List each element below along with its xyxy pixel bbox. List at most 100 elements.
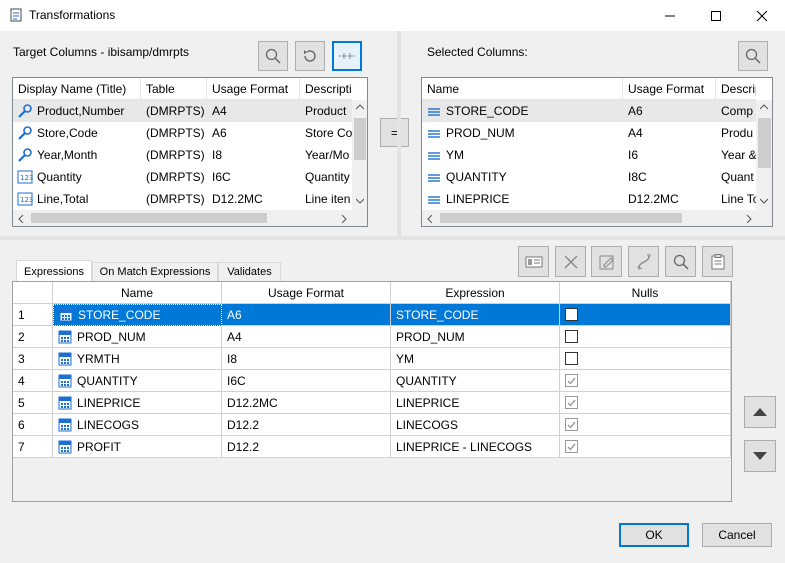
table-row[interactable]: 123 Quantity (DMRPTS) I6C Quantity (13, 166, 352, 188)
expr-cell-format[interactable]: I6C (222, 370, 391, 392)
table-row[interactable]: 1 STORE_CODE A6 STORE_CODE (13, 304, 731, 326)
cancel-button[interactable]: Cancel (702, 523, 772, 547)
expressions-grid[interactable]: Name Usage Format Expression Nulls 1 STOR… (12, 281, 732, 502)
expr-cell-nulls[interactable] (560, 326, 731, 348)
nulls-checkbox[interactable] (565, 330, 578, 343)
target-vertical-scrollbar[interactable] (352, 100, 367, 210)
expr-cell-nulls[interactable] (560, 304, 731, 326)
table-row[interactable]: 3 YRMTH I8 YM (13, 348, 731, 370)
target-horizontal-scrollbar[interactable] (13, 210, 367, 226)
nulls-checkbox[interactable] (565, 440, 578, 453)
equals-button[interactable]: = (380, 118, 409, 147)
target-columns-grid[interactable]: Display Name (Title) Table Usage Format … (12, 77, 368, 227)
table-row[interactable]: 5 LINEPRICE D12.2MC LINEPRICE (13, 392, 731, 414)
expr-search-button[interactable] (665, 246, 696, 277)
minimize-button[interactable] (647, 0, 693, 31)
selected-vscroll-thumb[interactable] (758, 118, 771, 168)
expr-cell-expression[interactable]: LINEPRICE - LINECOGS (391, 436, 560, 458)
expr-cell-format[interactable]: I8 (222, 348, 391, 370)
table-row[interactable]: Store,Code (DMRPTS) A6 Store Co (13, 122, 352, 144)
expr-cell-nulls[interactable] (560, 436, 731, 458)
selected-columns-grid[interactable]: Name Usage Format Descriptio STORE_CODE A… (421, 77, 773, 227)
table-row[interactable]: LINEPRICE D12.2MC Line Tc (422, 188, 756, 210)
edit-button[interactable] (591, 246, 622, 277)
table-row[interactable]: STORE_CODE A6 Comp (422, 100, 756, 122)
move-down-button[interactable] (744, 440, 776, 472)
delete-icon (564, 255, 577, 268)
ok-button[interactable]: OK (619, 523, 689, 547)
expr-cell-expression[interactable]: YM (391, 348, 560, 370)
target-hscroll-thumb[interactable] (31, 213, 267, 223)
target-header-name[interactable]: Display Name (Title) (13, 78, 141, 100)
target-header-format[interactable]: Usage Format (207, 78, 300, 100)
expr-cell-name[interactable]: LINECOGS (53, 414, 222, 436)
expr-cell-format[interactable]: A4 (222, 326, 391, 348)
expr-cell-name[interactable]: STORE_CODE (53, 304, 222, 326)
nulls-checkbox[interactable] (565, 308, 578, 321)
expr-cell-nulls[interactable] (560, 370, 731, 392)
selected-vertical-scrollbar[interactable] (756, 100, 772, 210)
expr-cell-format[interactable]: A6 (222, 304, 391, 326)
table-row[interactable]: Year,Month (DMRPTS) I8 Year/Mo (13, 144, 352, 166)
table-row[interactable]: QUANTITY I8C Quant (422, 166, 756, 188)
expr-header-format[interactable]: Usage Format (222, 282, 391, 304)
table-row[interactable]: 6 LINECOGS D12.2 LINECOGS (13, 414, 731, 436)
column-view-toggle-button[interactable] (332, 41, 362, 71)
nulls-checkbox[interactable] (565, 396, 578, 409)
table-row[interactable]: YM I6 Year & (422, 144, 756, 166)
refresh-button[interactable] (295, 41, 325, 71)
expr-cell-name[interactable]: LINEPRICE (53, 392, 222, 414)
expr-cell-format[interactable]: D12.2 (222, 436, 391, 458)
selected-header-format[interactable]: Usage Format (623, 78, 716, 100)
maximize-icon (711, 10, 721, 21)
expr-cell-expression[interactable]: LINEPRICE (391, 392, 560, 414)
expr-cell-name[interactable]: PROD_NUM (53, 326, 222, 348)
tab-on-match-expressions[interactable]: On Match Expressions (92, 262, 218, 281)
close-button[interactable] (739, 0, 785, 31)
tab-validates[interactable]: Validates (218, 262, 281, 281)
table-row[interactable]: Product,Number (DMRPTS) A4 Product (13, 100, 352, 122)
expr-cell-nulls[interactable] (560, 414, 731, 436)
expr-cell-expression[interactable]: QUANTITY (391, 370, 560, 392)
table-row[interactable]: PROD_NUM A4 Produ (422, 122, 756, 144)
expr-cell-expression[interactable]: PROD_NUM (391, 326, 560, 348)
transform-button[interactable] (628, 246, 659, 277)
clipboard-button[interactable] (702, 246, 733, 277)
expr-cell-name[interactable]: YRMTH (53, 348, 222, 370)
expr-cell-nulls[interactable] (560, 392, 731, 414)
properties-button[interactable] (518, 246, 549, 277)
expr-cell-format[interactable]: D12.2MC (222, 392, 391, 414)
selected-header-description[interactable]: Descriptio (716, 78, 756, 100)
expr-cell-nulls[interactable] (560, 348, 731, 370)
target-vscroll-thumb[interactable] (354, 118, 366, 160)
selected-header-name[interactable]: Name (422, 78, 623, 100)
nulls-checkbox[interactable] (565, 418, 578, 431)
expr-cell-name[interactable]: PROFIT (53, 436, 222, 458)
vertical-splitter[interactable] (397, 31, 401, 238)
delete-button[interactable] (555, 246, 586, 277)
tab-expressions[interactable]: Expressions (16, 260, 92, 282)
table-row[interactable]: 123 Line,Total (DMRPTS) D12.2MC Line iten (13, 188, 352, 210)
move-up-button[interactable] (744, 396, 776, 428)
table-row[interactable]: 2 PROD_NUM A4 PROD_NUM (13, 326, 731, 348)
nulls-checkbox[interactable] (565, 352, 578, 365)
selected-hscroll-thumb[interactable] (440, 213, 682, 223)
target-search-button[interactable] (258, 41, 288, 71)
expr-cell-expression[interactable]: STORE_CODE (391, 304, 560, 326)
table-row[interactable]: 7 PROFIT D12.2 LINEPRICE - LINECOGS (13, 436, 731, 458)
selected-search-button[interactable] (738, 41, 768, 71)
nulls-checkbox[interactable] (565, 374, 578, 387)
expr-header-nulls[interactable]: Nulls (560, 282, 731, 304)
target-header-description[interactable]: Description (300, 78, 352, 100)
expr-cell-format[interactable]: D12.2 (222, 414, 391, 436)
expr-cell-name[interactable]: QUANTITY (53, 370, 222, 392)
expr-name-label: LINEPRICE (77, 395, 141, 410)
target-header-table[interactable]: Table (141, 78, 207, 100)
selected-horizontal-scrollbar[interactable] (422, 210, 772, 226)
table-row[interactable]: 4 QUANTITY I6C QUANTITY (13, 370, 731, 392)
horizontal-splitter[interactable] (0, 236, 785, 240)
expr-header-expression[interactable]: Expression (391, 282, 560, 304)
maximize-button[interactable] (693, 0, 739, 31)
expr-header-name[interactable]: Name (53, 282, 222, 304)
expr-cell-expression[interactable]: LINECOGS (391, 414, 560, 436)
